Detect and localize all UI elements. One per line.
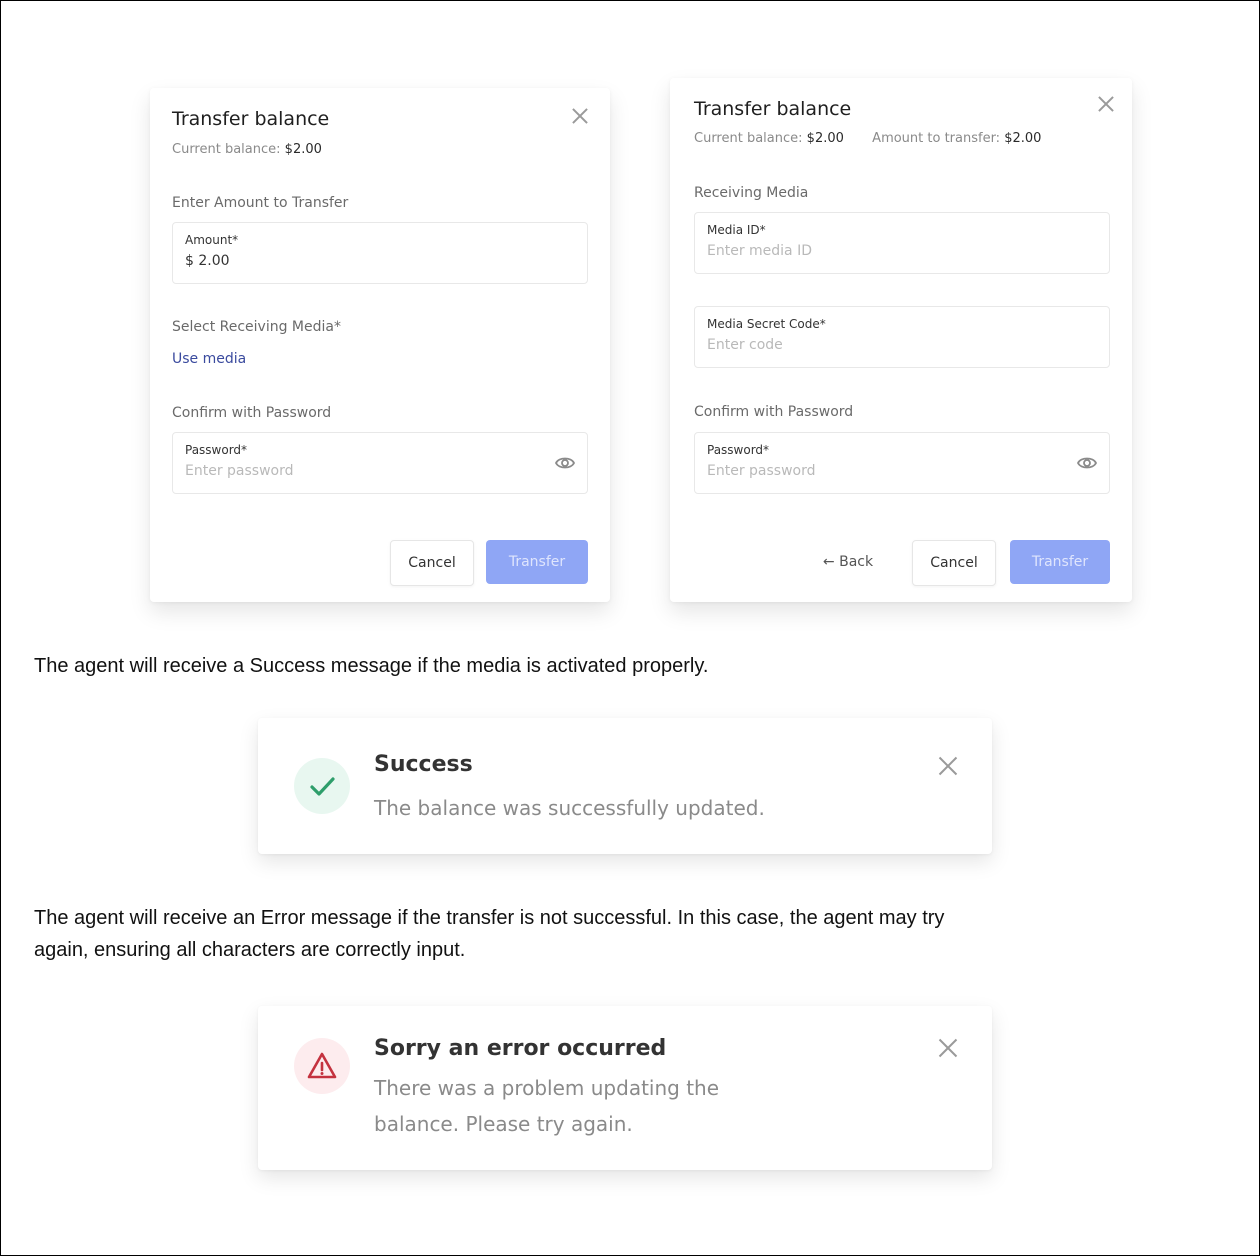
media-id-placeholder[interactable]: Enter media ID bbox=[707, 243, 812, 259]
transfer-button[interactable]: Transfer bbox=[1010, 540, 1110, 584]
back-button-label: Back bbox=[839, 554, 874, 570]
error-explanation-line2: again, ensuring all characters are corre… bbox=[34, 939, 466, 961]
amount-field[interactable]: Amount* $ 2.00 bbox=[172, 222, 588, 284]
close-icon[interactable] bbox=[570, 106, 590, 126]
arrow-left-icon: ← bbox=[822, 554, 835, 570]
section-amount-heading: Enter Amount to Transfer bbox=[172, 195, 349, 211]
current-balance-label: Current balance: bbox=[172, 142, 281, 157]
password-field-placeholder[interactable]: Enter password bbox=[185, 463, 294, 479]
media-secret-field[interactable]: Media Secret Code* Enter code bbox=[694, 306, 1110, 368]
close-icon[interactable] bbox=[936, 1036, 960, 1060]
current-balance-value: $2.00 bbox=[806, 131, 844, 146]
amount-field-label: Amount* bbox=[185, 233, 239, 247]
password-field-placeholder[interactable]: Enter password bbox=[707, 463, 816, 479]
success-message: The balance was successfully updated. bbox=[374, 796, 765, 820]
error-title: Sorry an error occurred bbox=[374, 1036, 667, 1061]
transfer-button[interactable]: Transfer bbox=[486, 540, 588, 584]
dialog-title: Transfer balance bbox=[172, 108, 330, 130]
close-icon[interactable] bbox=[1096, 94, 1116, 114]
use-media-link[interactable]: Use media bbox=[172, 351, 246, 367]
media-id-field[interactable]: Media ID* Enter media ID bbox=[694, 212, 1110, 274]
error-message-line2: balance. Please try again. bbox=[374, 1112, 633, 1136]
error-explanation-text: The agent will receive an Error message … bbox=[34, 904, 944, 964]
section-media-heading: Receiving Media bbox=[694, 185, 809, 201]
amount-to-transfer-value: $2.00 bbox=[1004, 131, 1042, 146]
media-secret-label: Media Secret Code* bbox=[707, 317, 826, 331]
close-icon[interactable] bbox=[936, 754, 960, 778]
password-field[interactable]: Password* Enter password bbox=[694, 432, 1110, 494]
success-toast: Success The balance was successfully upd… bbox=[258, 718, 992, 854]
media-secret-placeholder[interactable]: Enter code bbox=[707, 337, 783, 353]
current-balance-label: Current balance: bbox=[694, 131, 803, 146]
section-password-heading: Confirm with Password bbox=[694, 404, 854, 420]
cancel-button[interactable]: Cancel bbox=[390, 540, 474, 586]
section-password-heading: Confirm with Password bbox=[172, 405, 332, 421]
error-message-line1: There was a problem updating the bbox=[374, 1076, 720, 1100]
amount-to-transfer-label: Amount to transfer: bbox=[872, 131, 1001, 146]
success-explanation-text: The agent will receive a Success message… bbox=[34, 655, 709, 677]
check-icon bbox=[294, 758, 350, 814]
section-media-heading: Select Receiving Media* bbox=[172, 319, 341, 335]
transfer-dialog-amount: Transfer balance Current balance: $2.00 … bbox=[150, 88, 610, 602]
dialog-title: Transfer balance bbox=[694, 98, 852, 120]
success-title: Success bbox=[374, 752, 473, 777]
warning-icon bbox=[294, 1038, 350, 1094]
transfer-dialog-media: Transfer balance Current balance: $2.00 … bbox=[670, 78, 1132, 602]
balance-summary: Current balance: $2.00 Amount to transfe… bbox=[694, 131, 1041, 146]
current-balance: Current balance: $2.00 bbox=[172, 142, 322, 157]
error-message: There was a problem updating the balance… bbox=[374, 1070, 719, 1142]
current-balance-value: $2.00 bbox=[284, 142, 322, 157]
error-toast: Sorry an error occurred There was a prob… bbox=[258, 1006, 992, 1170]
error-explanation-line1: The agent will receive an Error message … bbox=[34, 907, 945, 929]
password-field-label: Password* bbox=[707, 443, 770, 457]
eye-icon[interactable] bbox=[554, 453, 576, 473]
cancel-button[interactable]: Cancel bbox=[912, 540, 996, 586]
media-id-label: Media ID* bbox=[707, 223, 766, 237]
password-field-label: Password* bbox=[185, 443, 248, 457]
back-button[interactable]: ← Back bbox=[808, 540, 888, 584]
password-field[interactable]: Password* Enter password bbox=[172, 432, 588, 494]
eye-icon[interactable] bbox=[1076, 453, 1098, 473]
amount-field-value[interactable]: $ 2.00 bbox=[185, 253, 230, 269]
